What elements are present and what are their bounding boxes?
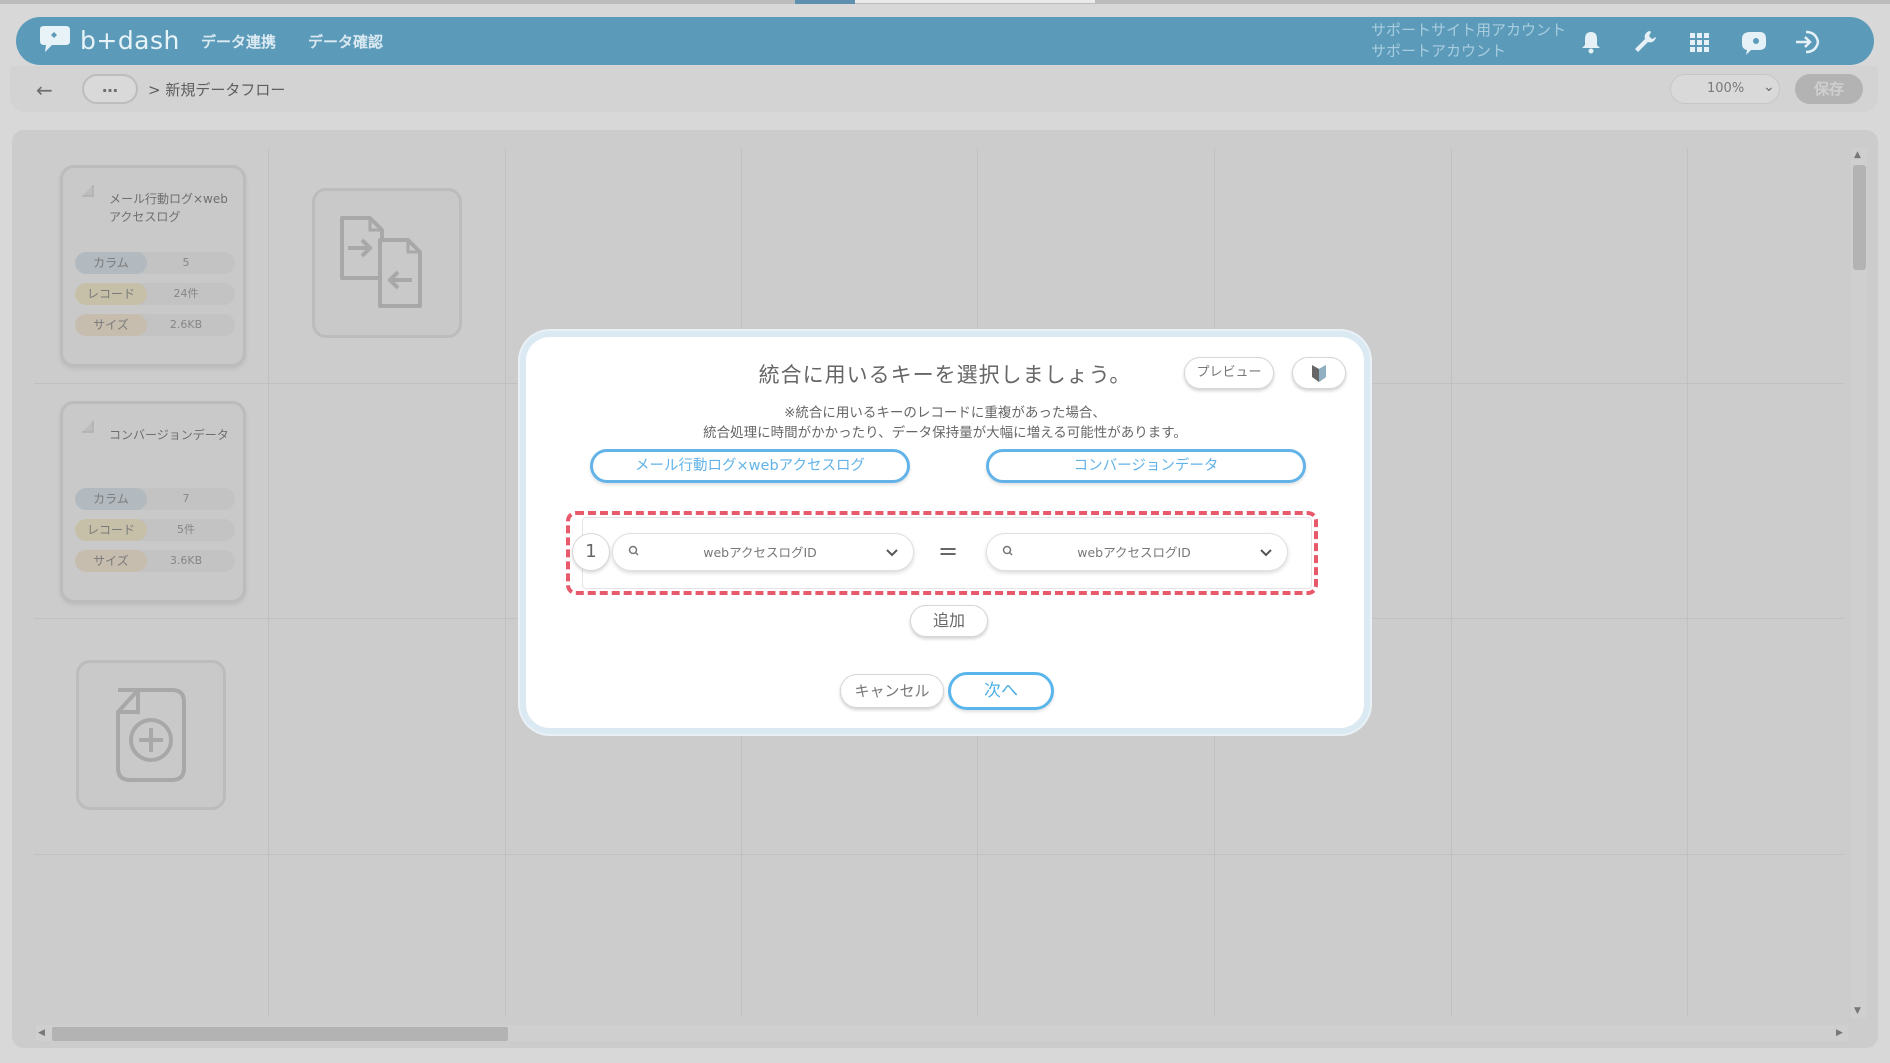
right-key-select[interactable]: webアクセスログID xyxy=(986,533,1288,571)
record-count: 5件 xyxy=(137,519,235,541)
breadcrumb: > 新規データフロー xyxy=(148,81,286,99)
more-button[interactable]: … xyxy=(82,74,138,104)
chevron-down-icon[interactable]: ⌄ xyxy=(1763,79,1775,95)
back-arrow-icon[interactable]: ← xyxy=(36,78,53,102)
size-value: 3.6KB xyxy=(137,550,235,572)
account-name: サポートサイト用アカウント xyxy=(1371,21,1567,39)
search-icon xyxy=(628,545,639,556)
account-user: サポートアカウント xyxy=(1371,42,1507,60)
column-count: 5 xyxy=(137,252,235,274)
toolbar xyxy=(10,66,1878,112)
merge-node[interactable] xyxy=(312,188,462,338)
stat-row-size: 2.6KB サイズ xyxy=(75,314,235,336)
scroll-down-icon[interactable]: ▼ xyxy=(1854,1006,1861,1016)
chevron-down-icon xyxy=(1260,549,1272,557)
record-label: レコード xyxy=(75,519,147,541)
logo[interactable]: b+dash xyxy=(36,25,180,55)
add-data-node[interactable] xyxy=(76,660,226,810)
search-icon xyxy=(1002,545,1013,556)
preview-button[interactable]: プレビュー xyxy=(1184,357,1274,389)
nav-data-check[interactable]: データ確認 xyxy=(308,31,383,52)
join-key-dialog: 統合に用いるキーを選択しましょう。 プレビュー ※統合に用いるキーのレコードに重… xyxy=(520,331,1370,734)
data-card-conversion[interactable]: コンバージョンデータ 7 カラム 5件 レコード 3.6KB サイズ xyxy=(60,401,246,603)
merge-icon xyxy=(340,216,422,308)
scroll-up-icon[interactable]: ▲ xyxy=(1854,150,1861,160)
grid-line xyxy=(1687,148,1688,1016)
next-button[interactable]: 次へ xyxy=(948,672,1054,710)
left-key-value: webアクセスログID xyxy=(703,545,817,560)
source-right-button[interactable]: コンバージョンデータ xyxy=(986,449,1306,483)
card-title: コンバージョンデータ xyxy=(109,428,229,442)
document-icon xyxy=(82,421,94,433)
chevron-down-icon xyxy=(886,549,898,557)
logout-icon[interactable] xyxy=(1792,27,1822,57)
grid-icon[interactable] xyxy=(1684,27,1714,57)
grid-line xyxy=(505,148,506,1016)
right-key-value: webアクセスログID xyxy=(1077,545,1191,560)
stat-row-column: 5 カラム xyxy=(75,252,235,274)
bot-icon[interactable] xyxy=(1738,27,1768,57)
save-button[interactable]: 保存 xyxy=(1795,74,1863,104)
record-label: レコード xyxy=(75,283,147,305)
beginner-mark-icon xyxy=(1312,365,1326,382)
scroll-left-icon[interactable]: ◀ xyxy=(38,1028,45,1038)
column-count: 7 xyxy=(137,488,235,510)
nav-data-integration[interactable]: データ連携 xyxy=(201,31,276,52)
grid-line xyxy=(1451,148,1452,1016)
browser-tab-strip xyxy=(0,0,1890,4)
horizontal-scroll-thumb[interactable] xyxy=(52,1027,508,1041)
note-line-1: ※統合に用いるキーのレコードに重複があった場合、 xyxy=(784,405,1106,421)
size-value: 2.6KB xyxy=(137,314,235,336)
left-key-select[interactable]: webアクセスログID xyxy=(612,533,914,571)
record-count: 24件 xyxy=(137,283,235,305)
logo-bubble-icon xyxy=(40,26,70,52)
add-file-icon xyxy=(116,688,186,782)
grid-line xyxy=(268,148,269,1016)
card-title: メール行動ログ×webアクセスログ xyxy=(109,192,228,224)
column-label: カラム xyxy=(75,252,147,274)
document-icon xyxy=(82,185,94,197)
vertical-scroll-thumb[interactable] xyxy=(1853,165,1866,270)
app-header: b+dash データ連携 データ確認 サポートサイト用アカウント サポートアカウ… xyxy=(16,17,1874,65)
stat-row-record: 24件 レコード xyxy=(75,283,235,305)
equals-operator: = xyxy=(938,537,959,565)
stat-row-size: 3.6KB サイズ xyxy=(75,550,235,572)
data-card-mail-web-log[interactable]: メール行動ログ×webアクセスログ 5 カラム 24件 レコード 2.6KB サ… xyxy=(60,165,246,367)
help-button[interactable] xyxy=(1292,357,1346,389)
note-line-2: 統合処理に時間がかかったり、データ保持量が大幅に増える可能性があります。 xyxy=(703,425,1187,441)
account-info[interactable]: サポートサイト用アカウント サポートアカウント xyxy=(1371,20,1566,62)
grid-line xyxy=(34,854,1844,855)
stat-row-record: 5件 レコード xyxy=(75,519,235,541)
column-label: カラム xyxy=(75,488,147,510)
wrench-icon[interactable] xyxy=(1630,27,1660,57)
scroll-right-icon[interactable]: ▶ xyxy=(1836,1028,1843,1038)
vertical-scrollbar[interactable] xyxy=(1851,148,1867,1018)
source-left-button[interactable]: メール行動ログ×webアクセスログ xyxy=(590,449,910,483)
logo-text: b+dash xyxy=(80,25,180,55)
bell-icon[interactable] xyxy=(1576,27,1606,57)
size-label: サイズ xyxy=(75,314,147,336)
dialog-note: ※統合に用いるキーのレコードに重複があった場合、 統合処理に時間がかかったり、デ… xyxy=(526,403,1364,443)
size-label: サイズ xyxy=(75,550,147,572)
cancel-button[interactable]: キャンセル xyxy=(840,674,944,708)
key-row-index: 1 xyxy=(572,533,610,571)
stat-row-column: 7 カラム xyxy=(75,488,235,510)
add-key-button[interactable]: 追加 xyxy=(910,605,988,637)
